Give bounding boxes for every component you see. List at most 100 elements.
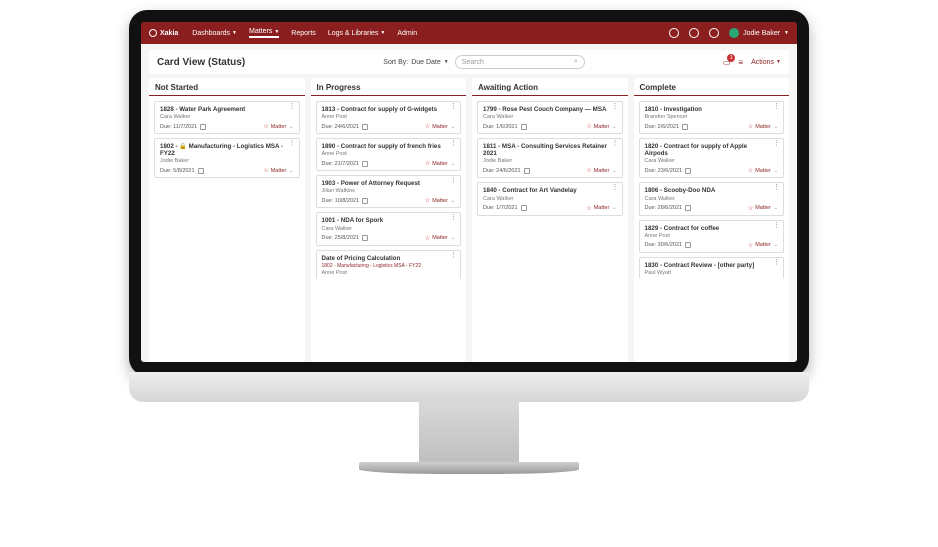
chevron-down-icon[interactable]: ⌄ [612,168,616,174]
matter-card[interactable]: ⋮1890 - Contract for supply of french fr… [316,138,462,171]
search-input[interactable]: Search ⌕ [455,55,585,69]
chevron-down-icon[interactable]: ⌄ [451,124,455,130]
card-due: Due: 1/6/2021 [483,124,527,130]
nav-item-admin[interactable]: Admin [397,28,417,38]
chevron-down-icon[interactable]: ⌄ [289,168,293,174]
card-due-text: Due: 10/8/2021 [322,198,360,204]
brand-logo-area[interactable]: Xakia [149,29,178,37]
card-due: Due: 10/8/2021 [322,198,369,204]
nav-item-matters[interactable]: Matters▼ [249,28,279,38]
card-type-tag: ☆Matter [586,167,609,174]
card-menu-icon[interactable]: ⋮ [450,216,457,221]
card-footer: Due: 21/7/2021☆Matter⌄ [322,160,456,167]
matter-card[interactable]: ⋮1828 - Water Park AgreementCara WalkerD… [154,101,300,134]
card-menu-icon[interactable]: ⋮ [612,142,619,147]
nav-item-label: Dashboards [192,30,230,37]
calendar-icon [362,124,368,130]
list-view-icon[interactable]: ≡ [738,58,743,67]
matter-card[interactable]: ⋮1840 - Contract for Art VandelayCara Wa… [477,182,623,215]
card-menu-icon[interactable]: ⋮ [773,142,780,147]
matter-card[interactable]: ⋮1830 - Contract Review - [other party]P… [639,257,785,279]
actions-menu[interactable]: Actions ▼ [751,59,781,66]
card-footer: Due: 25/8/2021☆Matter⌄ [322,235,456,242]
matter-card[interactable]: ⋮1820 - Contract for supply of Apple Air… [639,138,785,178]
card-type-tag: ☆Matter [748,242,771,249]
card-menu-icon[interactable]: ⋮ [450,142,457,147]
sort-control[interactable]: Sort By: Due Date ▼ [383,59,448,66]
card-menu-icon[interactable]: ⋮ [289,105,296,110]
star-icon: ☆ [586,167,591,174]
card-menu-icon[interactable]: ⋮ [773,224,780,229]
column-header: Complete [634,78,790,96]
sort-value: Due Date [411,59,441,66]
card-tag-label: Matter [271,168,287,174]
card-menu-icon[interactable]: ⋮ [773,261,780,266]
chevron-down-icon[interactable]: ⌄ [451,235,455,241]
chevron-down-icon[interactable]: ⌄ [451,198,455,204]
card-menu-icon[interactable]: ⋮ [450,179,457,184]
column-body: ⋮1828 - Water Park AgreementCara WalkerD… [149,96,305,183]
card-title: 1813 - Contract for supply of G-widgets [322,106,456,113]
user-menu[interactable]: Jodie Baker ▼ [729,28,789,38]
card-type-tag: ☆Matter [425,197,448,204]
card-title: 1890 - Contract for supply of french fri… [322,143,456,150]
nav-item-reports[interactable]: Reports [291,28,316,38]
card-tag-label: Matter [594,168,610,174]
calendar-icon [685,242,691,248]
star-icon: ☆ [263,167,268,174]
card-due: Due: 1/7/2021 [483,205,527,211]
card-assignee: Cara Walker [322,226,456,232]
matter-card[interactable]: ⋮1806 - Scooby-Doo NDACara WalkerDue: 28… [639,182,785,215]
matter-card[interactable]: ⋮1811 - MSA - Consulting Services Retain… [477,138,623,178]
card-menu-icon[interactable]: ⋮ [612,105,619,110]
brand-name: Xakia [160,30,178,37]
card-footer: Due: 30/6/2021☆Matter⌄ [645,242,779,249]
chevron-down-icon[interactable]: ⌄ [451,161,455,167]
matter-card[interactable]: ⋮1829 - Contract for coffeeAnne PostDue:… [639,220,785,253]
calendar-icon [362,161,368,167]
chevron-down-icon[interactable]: ⌄ [774,168,778,174]
card-title: 1820 - Contract for supply of Apple Airp… [645,143,779,157]
help-icon[interactable] [709,28,719,38]
card-tag-label: Matter [432,198,448,204]
chevron-down-icon: ▼ [380,30,385,36]
star-icon: ☆ [748,242,753,249]
chevron-down-icon[interactable]: ⌄ [774,205,778,211]
notifications-icon[interactable] [689,28,699,38]
card-footer: Due: 24/6/2021☆Matter⌄ [483,167,617,174]
chevron-down-icon[interactable]: ⌄ [612,124,616,130]
nav-item-dashboards[interactable]: Dashboards▼ [192,28,237,38]
nav-item-label: Reports [291,30,316,37]
nav-item-logs-libraries[interactable]: Logs & Libraries▼ [328,28,386,38]
card-menu-icon[interactable]: ⋮ [450,105,457,110]
matter-card[interactable]: ⋮1903 - Power of Attorney RequestJilian … [316,175,462,208]
card-menu-icon[interactable]: ⋮ [773,105,780,110]
card-view-icon[interactable]: ▭ 1 [723,58,731,67]
card-footer: Due: 28/6/2021☆Matter⌄ [645,205,779,212]
chevron-down-icon[interactable]: ⌄ [612,205,616,211]
chevron-down-icon[interactable]: ⌄ [289,124,293,130]
calendar-icon [362,198,368,204]
chevron-down-icon[interactable]: ⌄ [774,124,778,130]
card-menu-icon[interactable]: ⋮ [612,186,619,191]
add-circle-icon[interactable] [669,28,679,38]
card-title: Date of Pricing Calculation [322,255,456,262]
card-title: 1828 - Water Park Agreement [160,106,294,113]
card-tag-label: Matter [594,205,610,211]
card-tag-label: Matter [594,124,610,130]
chevron-down-icon[interactable]: ⌄ [774,242,778,248]
nav-item-label: Admin [397,30,417,37]
card-menu-icon[interactable]: ⋮ [450,254,457,259]
matter-card[interactable]: ⋮Date of Pricing Calculation1802 - Manuf… [316,250,462,279]
card-menu-icon[interactable]: ⋮ [289,142,296,147]
matter-card[interactable]: ⋮1799 - Rose Pest Couch Company — MSACar… [477,101,623,134]
matter-card[interactable]: ⋮1813 - Contract for supply of G-widgets… [316,101,462,134]
card-due-text: Due: 1/7/2021 [483,205,518,211]
card-type-tag: ☆Matter [425,160,448,167]
badge-count: 1 [727,54,735,62]
matter-card[interactable]: ⋮1001 - NDA for SporkCara WalkerDue: 25/… [316,212,462,245]
card-menu-icon[interactable]: ⋮ [773,186,780,191]
star-icon: ☆ [748,205,753,212]
matter-card[interactable]: ⋮1810 - InvestigationBrandon SpencerDue:… [639,101,785,134]
matter-card[interactable]: ⋮1802 - 🔒 Manufacturing - Logistics MSA … [154,138,300,178]
